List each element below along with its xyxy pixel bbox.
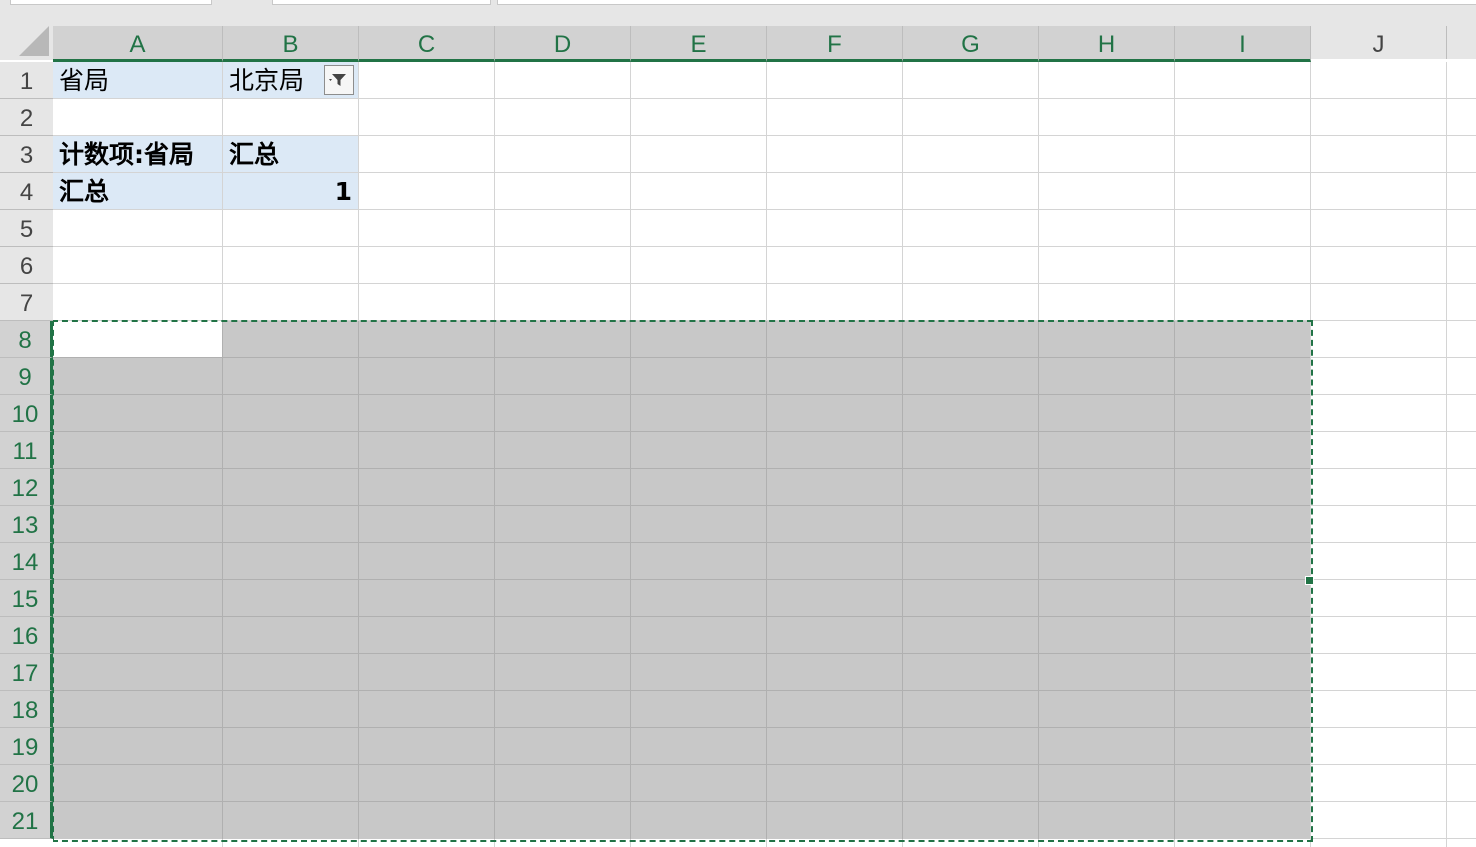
column-header-d[interactable]: D <box>495 26 631 62</box>
gridline <box>1446 62 1447 847</box>
row-header-21[interactable]: 21 <box>0 802 53 839</box>
row-header-10[interactable]: 10 <box>0 395 53 432</box>
column-header-h[interactable]: H <box>1039 26 1175 62</box>
row-header-17[interactable]: 17 <box>0 654 53 691</box>
pivot-filter-label-cell[interactable]: 省局 <box>53 62 223 99</box>
column-header-c[interactable]: C <box>359 26 495 62</box>
selected-range[interactable] <box>53 320 1313 842</box>
gridline <box>53 246 1476 247</box>
row-header-11[interactable]: 11 <box>0 432 53 469</box>
row-header-2[interactable]: 2 <box>0 99 53 136</box>
row-header-3[interactable]: 3 <box>0 136 53 173</box>
row-header-14[interactable]: 14 <box>0 543 53 580</box>
column-header-k-partial[interactable] <box>1447 26 1476 59</box>
select-all-corner[interactable] <box>0 26 53 60</box>
column-header-b[interactable]: B <box>223 26 359 62</box>
select-all-triangle-icon <box>19 26 49 56</box>
column-header-i[interactable]: I <box>1175 26 1311 62</box>
column-header-j[interactable]: J <box>1311 26 1447 59</box>
row-header-8[interactable]: 8 <box>0 321 53 358</box>
copy-marquee-border <box>53 320 1313 842</box>
fill-handle[interactable] <box>1305 576 1314 585</box>
row-header-5[interactable]: 5 <box>0 210 53 247</box>
pivot-column-header-cell[interactable]: 汇总 <box>223 136 359 173</box>
pivot-row-label-cell[interactable]: 汇总 <box>53 173 223 210</box>
column-headers: A B C D E F G H I J <box>0 26 1476 62</box>
row-header-16[interactable]: 16 <box>0 617 53 654</box>
row-header-20[interactable]: 20 <box>0 765 53 802</box>
pivot-value-header-cell[interactable]: 计数项:省局 <box>53 136 223 173</box>
row-header-15[interactable]: 15 <box>0 580 53 617</box>
formula-bar-buttons[interactable] <box>272 0 491 5</box>
row-header-18[interactable]: 18 <box>0 691 53 728</box>
formula-bar-area <box>0 0 1476 26</box>
row-header-7[interactable]: 7 <box>0 284 53 321</box>
gridline <box>53 283 1476 284</box>
row-header-6[interactable]: 6 <box>0 247 53 284</box>
column-header-f[interactable]: F <box>767 26 903 62</box>
row-header-1[interactable]: 1 <box>0 62 53 99</box>
row-header-4[interactable]: 4 <box>0 173 53 210</box>
pivot-filter-dropdown-button[interactable] <box>324 65 354 95</box>
filter-icon <box>329 74 346 86</box>
column-header-e[interactable]: E <box>631 26 767 62</box>
name-box[interactable] <box>10 0 212 5</box>
row-headers: 1 2 3 4 5 6 7 8 9 10 11 12 13 14 15 16 1… <box>0 62 53 847</box>
row-header-12[interactable]: 12 <box>0 469 53 506</box>
formula-input[interactable] <box>497 0 1476 5</box>
row-header-13[interactable]: 13 <box>0 506 53 543</box>
row-header-19[interactable]: 19 <box>0 728 53 765</box>
pivot-row-value-cell[interactable]: 1 <box>223 173 359 210</box>
column-header-g[interactable]: G <box>903 26 1039 62</box>
cell-grid[interactable]: 省局 北京局 计数项:省局 汇总 汇总 1 <box>53 62 1476 847</box>
column-header-a[interactable]: A <box>53 26 223 62</box>
row-header-9[interactable]: 9 <box>0 358 53 395</box>
